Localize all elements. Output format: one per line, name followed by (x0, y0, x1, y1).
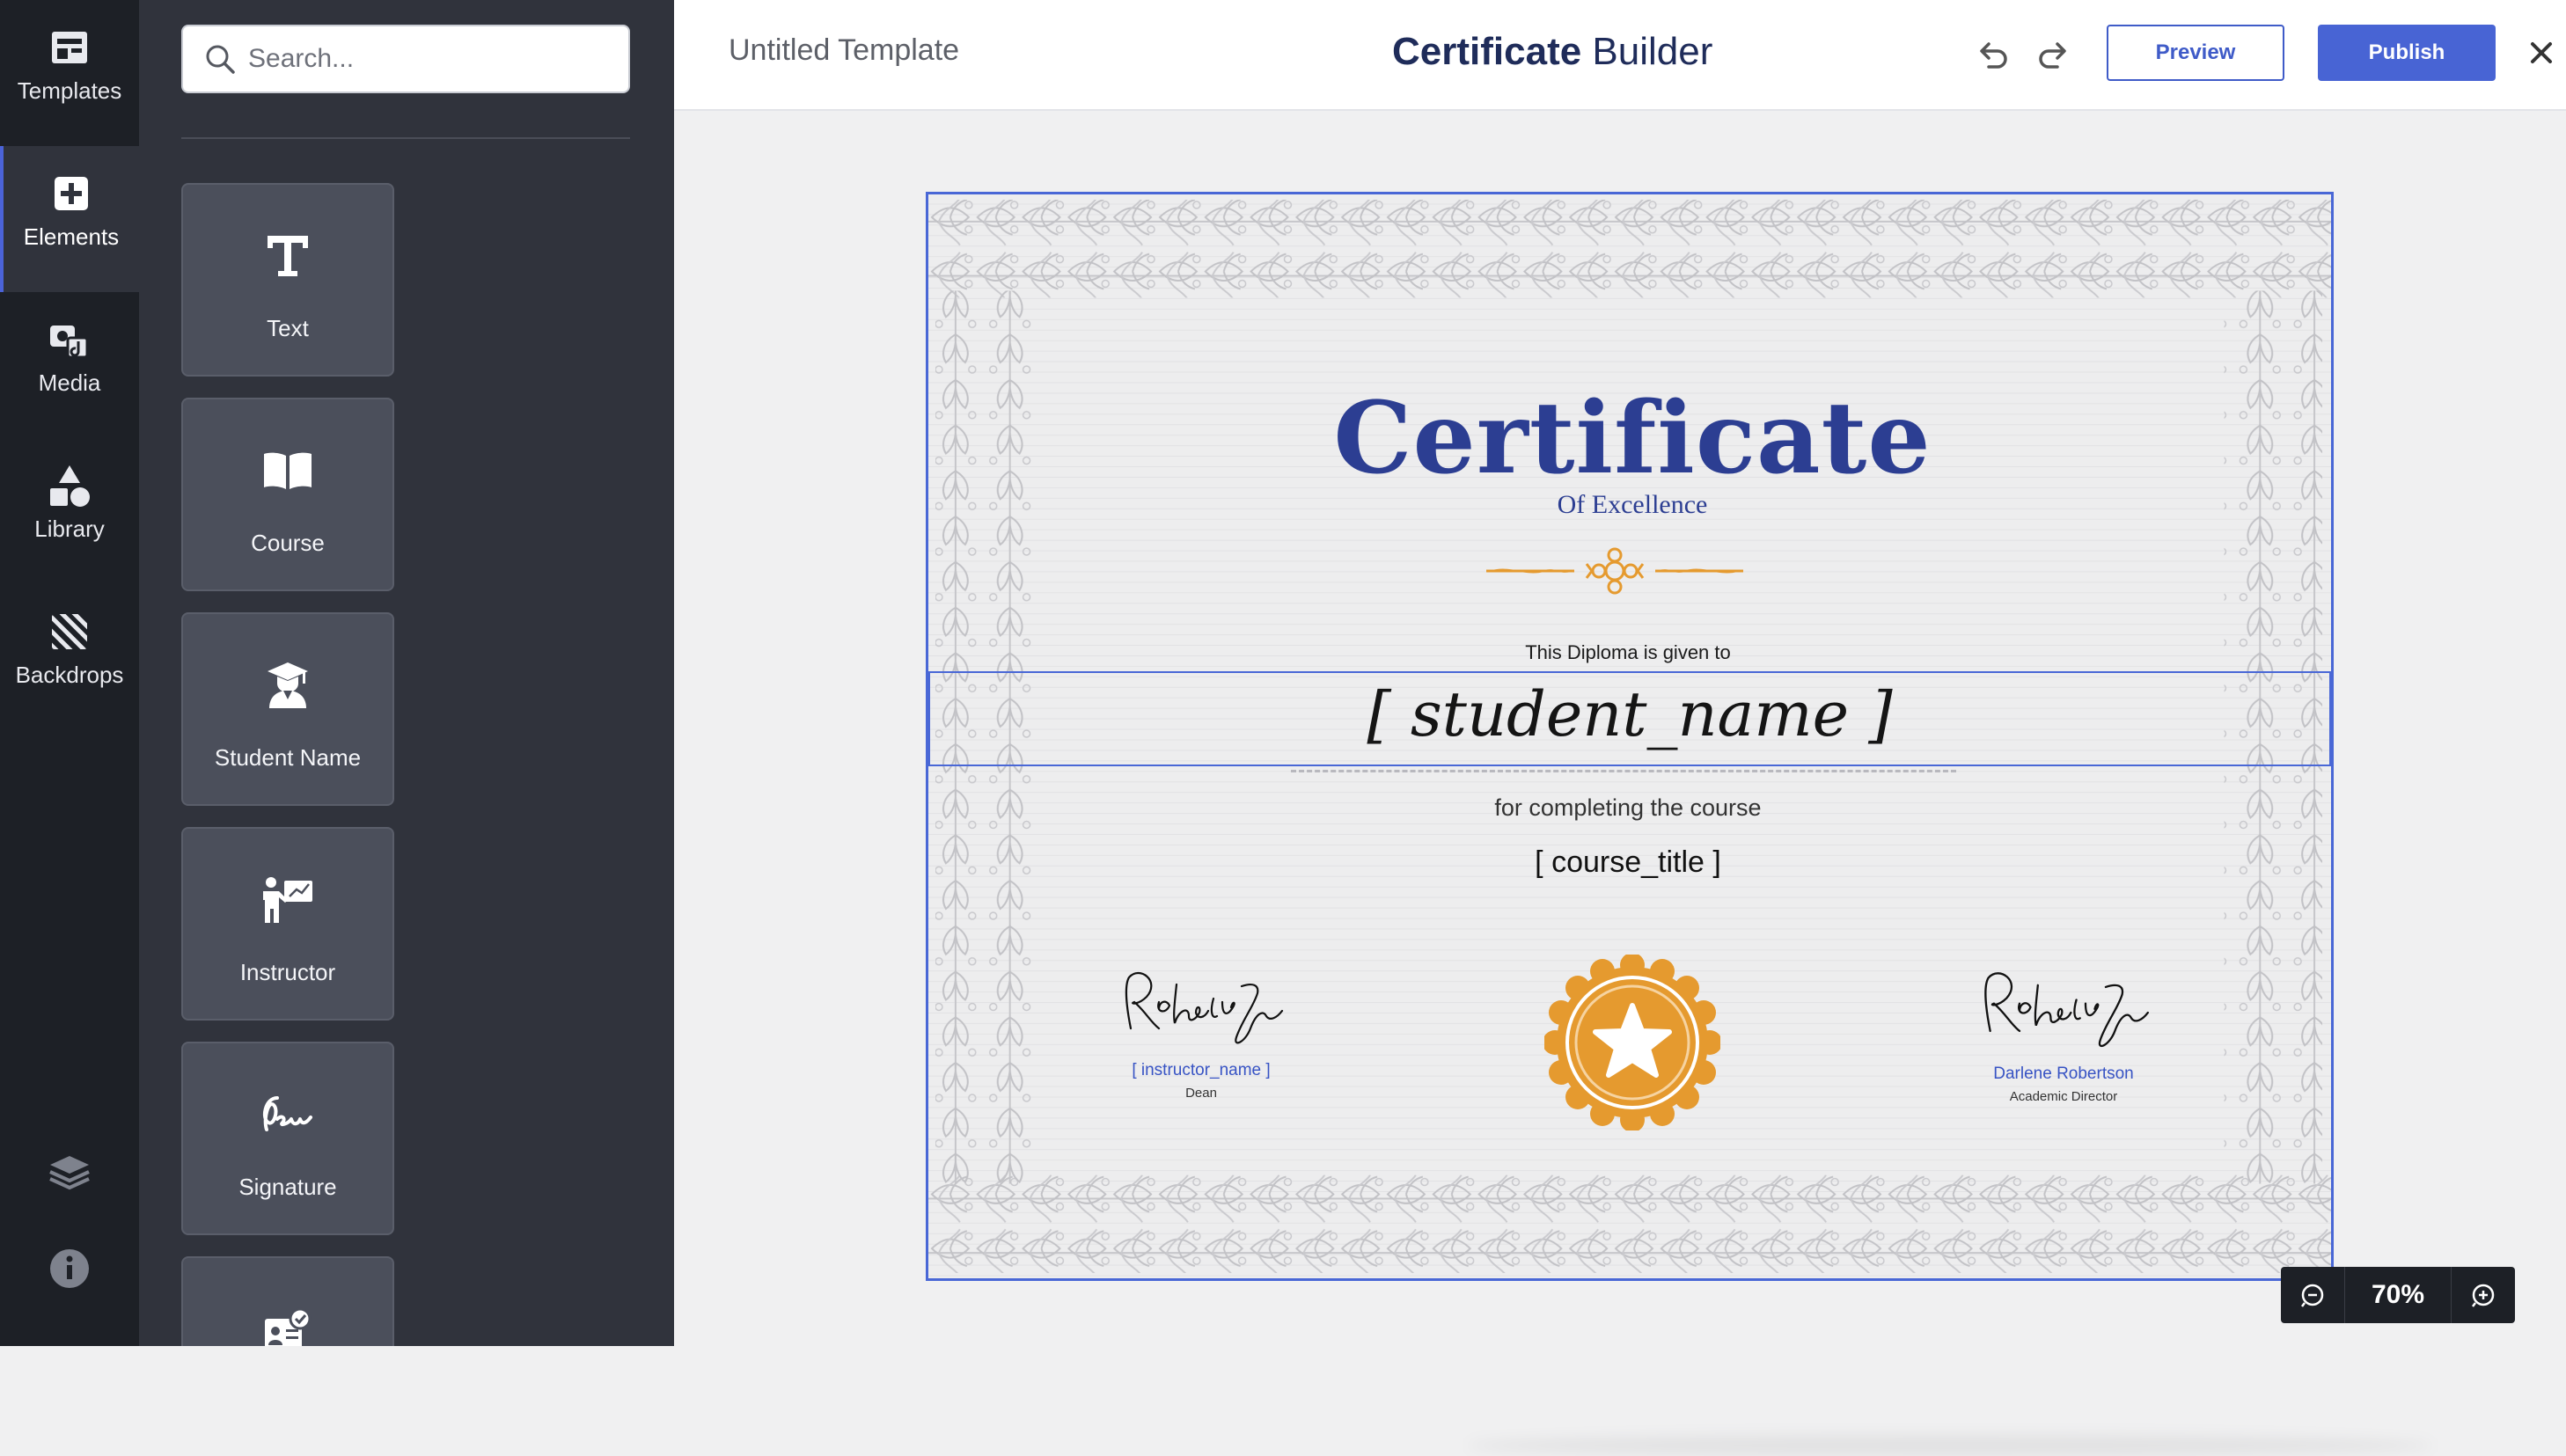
handwritten-signature (1125, 971, 1284, 1044)
signature-role: Academic Director (2009, 1089, 2118, 1104)
add-square-icon (4, 172, 139, 215)
search-input[interactable] (246, 43, 616, 75)
rail-item-backdrops[interactable]: Backdrops (0, 584, 139, 730)
element-card-instructor[interactable]: Instructor (181, 827, 394, 1021)
book-icon (183, 440, 392, 501)
element-card-signature[interactable]: Signature (181, 1042, 394, 1235)
app-title-bold: Certificate (1392, 30, 1582, 73)
search-icon (202, 41, 238, 77)
zoom-control: 70% (2281, 1267, 2515, 1323)
preview-button[interactable]: Preview (2107, 25, 2284, 81)
element-card-label: Course (251, 530, 325, 556)
signature-name: Darlene Robertson (1993, 1065, 2134, 1083)
given-to-text[interactable]: This Diploma is given to (928, 641, 2328, 664)
panel-divider (181, 137, 630, 139)
signature-name: [ instructor_name ] (1132, 1061, 1271, 1079)
rail-item-label: Library (34, 516, 105, 542)
element-card-text[interactable]: Text (181, 183, 394, 377)
hatch-icon (0, 611, 139, 653)
app-title: Certificate Builder (1392, 30, 1712, 74)
layers-icon[interactable] (0, 1145, 139, 1198)
info-icon[interactable] (0, 1242, 139, 1295)
text-icon (183, 225, 392, 287)
search-box[interactable] (181, 25, 630, 93)
ornament-divider (1486, 547, 1743, 595)
app-title-rest: Builder (1581, 30, 1713, 73)
rail-item-library[interactable]: Library (0, 438, 139, 584)
element-card-label: Text (267, 315, 309, 341)
signature-block-right[interactable]: Darlene Robertson Academic Director (1932, 967, 2196, 1104)
signature-role: Dean (1185, 1086, 1217, 1101)
canvas-area: Certificate Of Excellence This Diploma i… (674, 111, 2566, 1456)
graduate-icon (183, 655, 392, 716)
rail-item-label: Elements (23, 223, 120, 250)
zoom-level: 70% (2344, 1267, 2452, 1323)
zoom-in-icon[interactable] (2452, 1267, 2515, 1323)
name-underline (1291, 770, 1956, 772)
certificate-title[interactable]: Certificate (928, 381, 2331, 496)
course-title-placeholder[interactable]: [ course_title ] (928, 845, 2328, 880)
rail-item-label: Backdrops (15, 662, 124, 688)
certificate-canvas[interactable]: Certificate Of Excellence This Diploma i… (926, 192, 2334, 1281)
instructor-icon (183, 869, 392, 931)
templates-icon (0, 26, 139, 69)
element-card-id-card[interactable] (181, 1256, 394, 1346)
element-card-label: Signature (238, 1174, 337, 1200)
rail-item-templates[interactable]: Templates (0, 0, 139, 146)
close-icon[interactable] (2522, 33, 2561, 72)
redo-icon[interactable] (2031, 32, 2077, 77)
shapes-icon (0, 465, 139, 507)
publish-button[interactable]: Publish (2318, 25, 2496, 81)
canvas-shadow (1466, 1435, 2434, 1456)
element-card-course[interactable]: Course (181, 398, 394, 591)
nav-rail: Templates Elements Media Library Backdro… (0, 0, 139, 1346)
zoom-out-icon[interactable] (2281, 1267, 2344, 1323)
undo-icon[interactable] (1969, 32, 2015, 77)
rail-item-label: Media (38, 369, 101, 396)
handwritten-signature (1984, 972, 2149, 1048)
element-card-student-name[interactable]: Student Name (181, 612, 394, 806)
elements-panel: Text Course Student Name Instructor Sign… (139, 0, 674, 1346)
certificate-subtitle[interactable]: Of Excellence (928, 490, 2331, 520)
award-seal-icon[interactable] (1544, 955, 1720, 1130)
media-icon (0, 318, 139, 361)
signature-block-left[interactable]: [ instructor_name ] Dean (1078, 967, 1324, 1101)
signature-icon (183, 1084, 392, 1145)
element-card-label: Student Name (214, 744, 362, 771)
document-title[interactable]: Untitled Template (729, 33, 959, 68)
element-card-label: Instructor (239, 959, 336, 985)
student-name-placeholder[interactable]: [ student_name ] (928, 678, 2331, 750)
id-card-check-icon (183, 1299, 392, 1346)
rail-item-label: Templates (17, 77, 122, 104)
completing-text[interactable]: for completing the course (928, 794, 2328, 822)
rail-item-elements[interactable]: Elements (0, 146, 139, 292)
top-bar: Untitled Template Certificate Builder Pr… (674, 0, 2566, 111)
rail-item-media[interactable]: Media (0, 292, 139, 438)
